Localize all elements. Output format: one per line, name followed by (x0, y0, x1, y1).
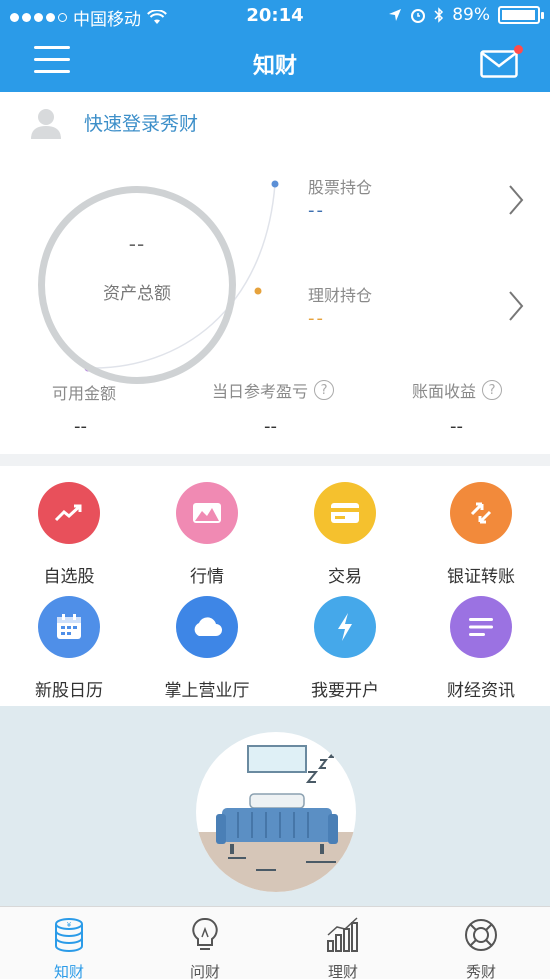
tab-label: 秀财 (465, 963, 496, 979)
tab-wencai[interactable]: 问财 (150, 915, 260, 979)
stat-label-text: 当日参考盈亏 (212, 382, 309, 401)
finance-holdings-value: -- (308, 308, 325, 329)
grid-item-market[interactable]: 行情 (138, 482, 276, 587)
grid-label: 财经资讯 (447, 681, 515, 701)
help-icon[interactable]: ? (314, 380, 335, 400)
lifebuoy-icon (465, 919, 497, 951)
mail-icon (480, 50, 518, 78)
calendar-icon (38, 596, 100, 658)
stat-label-text: 可用金额 (52, 384, 117, 403)
mountain-chart-icon (176, 482, 238, 544)
grid-item-open-account[interactable]: 我要开户 (276, 596, 414, 701)
location-arrow-icon (389, 9, 402, 21)
grid-label: 行情 (190, 567, 224, 587)
sleep-z-icon (305, 751, 337, 783)
bluetooth-icon (434, 7, 444, 23)
message-button[interactable] (480, 45, 523, 78)
status-right: 89% (388, 5, 544, 25)
lightbulb-icon (192, 917, 218, 950)
tab-xiucai[interactable]: 秀财 (426, 915, 536, 979)
section-divider (0, 454, 550, 466)
page-title: 知财 (252, 54, 297, 79)
login-link[interactable]: 快速登录秀财 (84, 109, 198, 136)
bottom-tab-bar: ¥ 知财 问财 理财 秀财 (0, 906, 550, 979)
card-icon (314, 482, 376, 544)
alarm-icon (411, 9, 426, 23)
available-amount-label: 可用金额 (52, 380, 116, 404)
finance-holdings-label[interactable]: 理财持仓 (308, 282, 372, 306)
cloud-icon (176, 596, 238, 658)
stock-holdings-value: -- (308, 200, 325, 221)
tab-zhicai[interactable]: ¥ 知财 (14, 915, 124, 979)
grid-label: 我要开户 (311, 681, 379, 701)
tab-label: 知财 (53, 963, 84, 979)
grid-item-trade[interactable]: 交易 (276, 482, 414, 587)
stock-holdings-label[interactable]: 股票持仓 (308, 174, 372, 198)
grid-item-mobile-hall[interactable]: 掌上营业厅 (138, 596, 276, 701)
sleeping-sofa-illustration (196, 732, 356, 892)
grid-item-ipo-calendar[interactable]: 新股日历 (0, 596, 138, 701)
grid-label: 自选股 (43, 567, 95, 587)
news-lines-icon (450, 596, 512, 658)
notification-dot (514, 45, 523, 54)
svg-text:¥: ¥ (67, 921, 72, 929)
stat-label-text: 账面收益 (412, 382, 477, 401)
asset-total-value: -- (128, 232, 146, 256)
coin-stack-icon: ¥ (55, 918, 83, 952)
avatar-icon (31, 109, 61, 139)
available-amount-value: -- (74, 416, 87, 437)
grid-label: 掌上营业厅 (164, 681, 250, 701)
tab-label: 问财 (189, 963, 220, 979)
arc-dot-stock (271, 180, 279, 188)
asset-total-label: 资产总额 (103, 284, 171, 304)
help-icon[interactable]: ? (482, 380, 503, 400)
status-bar: 中国移动 20:14 89% (0, 0, 550, 30)
daily-pnl-label: 当日参考盈亏 ? (212, 378, 335, 402)
daily-pnl-value: -- (264, 416, 277, 437)
top-bar: 中国移动 20:14 89% 知财 (0, 0, 550, 92)
chevron-right-icon[interactable] (508, 290, 524, 322)
grid-label: 新股日历 (35, 681, 103, 701)
transfer-arrows-icon (450, 482, 512, 544)
grid-item-bank-transfer[interactable]: 银证转账 (412, 482, 550, 587)
tab-label: 理财 (327, 963, 358, 979)
arc-dot-finance (254, 287, 262, 295)
trend-up-icon (38, 482, 100, 544)
battery-icon (498, 6, 544, 24)
grid-item-watchlist[interactable]: 自选股 (0, 482, 138, 587)
book-profit-value: -- (450, 416, 463, 437)
book-profit-label: 账面收益 ? (412, 378, 503, 402)
quick-login[interactable]: 快速登录秀财 (28, 104, 198, 140)
grid-label: 银证转账 (447, 567, 515, 587)
grid-label: 交易 (328, 567, 362, 587)
bar-chart-icon (327, 917, 358, 952)
grid-item-finance-news[interactable]: 财经资讯 (412, 596, 550, 701)
tab-licai[interactable]: 理财 (288, 915, 398, 979)
battery-percent: 89% (452, 5, 490, 25)
chevron-right-icon[interactable] (508, 184, 524, 216)
lightning-icon (314, 596, 376, 658)
